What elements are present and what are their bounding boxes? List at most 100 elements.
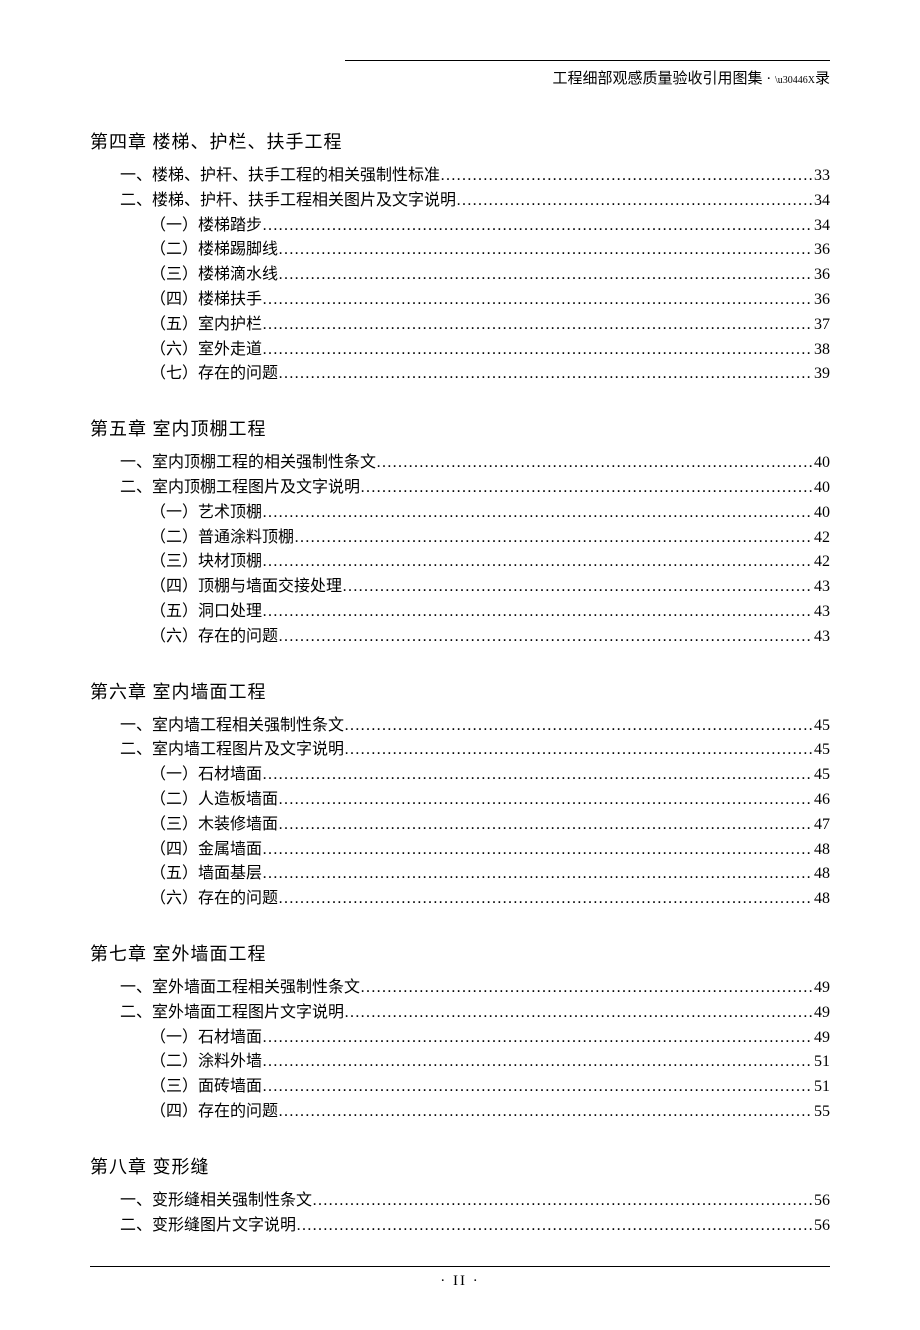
toc-entry-label: （一）石材墙面 [150, 763, 262, 788]
toc-entry: 二、变形缝图片文字说明56 [90, 1214, 830, 1239]
toc-leader [344, 738, 812, 763]
toc-leader [262, 288, 812, 313]
toc-leader [278, 238, 812, 263]
toc-entry-label: （三）木装修墙面 [150, 813, 278, 838]
toc-entry-label: （三）块材顶棚 [150, 550, 262, 575]
footer-rule [90, 1266, 830, 1267]
toc-entry-label: 二、楼梯、护杆、扶手工程相关图片及文字说明 [120, 189, 456, 214]
toc-entry-label: （四）金属墙面 [150, 838, 262, 863]
page-number: · II · [90, 1273, 830, 1290]
toc-entry: （四）金属墙面48 [90, 838, 830, 863]
toc-entry: （一）楼梯踏步34 [90, 214, 830, 239]
toc-entry-label: （二）人造板墙面 [150, 788, 278, 813]
toc-entry: （五）洞口处理43 [90, 600, 830, 625]
running-head-sep: · [766, 71, 771, 87]
toc-entry-page: 48 [812, 887, 830, 912]
running-head-tail-code: \u30446X [775, 75, 815, 86]
toc-entry: （二）普通涂料顶棚 42 [90, 526, 830, 551]
toc-entry-label: 一、室内顶棚工程的相关强制性条文 [120, 451, 376, 476]
toc-leader [278, 263, 812, 288]
toc-leader [262, 1050, 812, 1075]
toc-entry-page: 34 [812, 214, 830, 239]
toc-entry-page: 38 [812, 338, 830, 363]
toc-entry: （四）顶棚与墙面交接处理43 [90, 575, 830, 600]
toc-entry-label: （一）石材墙面 [150, 1026, 262, 1051]
toc-entry-page: 45 [812, 714, 830, 739]
running-head-title: 工程细部观感质量验收引用图集 [552, 71, 762, 87]
running-head-tail: 录 [815, 71, 830, 87]
toc-entry-label: （五）墙面基层 [150, 862, 262, 887]
page: 工程细部观感质量验收引用图集 · \u30446X录 第四章 楼梯、护栏、扶手工… [0, 0, 920, 1330]
toc-body: 第四章 楼梯、护栏、扶手工程一、楼梯、护杆、扶手工程的相关强制性标准33二、楼梯… [90, 128, 830, 1238]
toc-entry-page: 42 [812, 526, 830, 551]
toc-leader [360, 976, 812, 1001]
toc-entry-page: 48 [812, 862, 830, 887]
toc-entry-label: 一、楼梯、护杆、扶手工程的相关强制性标准 [120, 164, 440, 189]
toc-entry-page: 36 [812, 238, 830, 263]
toc-leader [278, 813, 812, 838]
toc-leader [262, 1075, 812, 1100]
toc-entry-page: 33 [812, 164, 830, 189]
chapter-title: 第五章 室内顶棚工程 [90, 415, 830, 441]
toc-leader [440, 164, 812, 189]
toc-entry: （三）面砖墙面51 [90, 1075, 830, 1100]
toc-entry: （一）艺术顶棚 40 [90, 501, 830, 526]
toc-entry: 二、室内顶棚工程图片及文字说明40 [90, 476, 830, 501]
toc-entry-label: （二）涂料外墙 [150, 1050, 262, 1075]
chapter: 第六章 室内墙面工程一、室内墙工程相关强制性条文45二、室内墙工程图片及文字说明… [90, 678, 830, 912]
chapter-title: 第七章 室外墙面工程 [90, 940, 830, 966]
toc-entry: （三）木装修墙面 47 [90, 813, 830, 838]
toc-entry-label: （四）楼梯扶手 [150, 288, 262, 313]
toc-entry-label: （一）艺术顶棚 [150, 501, 262, 526]
toc-entry-page: 51 [812, 1075, 830, 1100]
toc-entry: 二、室外墙面工程图片文字说明49 [90, 1001, 830, 1026]
toc-entry: 一、室内顶棚工程的相关强制性条文40 [90, 451, 830, 476]
toc-entry: 二、楼梯、护杆、扶手工程相关图片及文字说明 34 [90, 189, 830, 214]
toc-entry-label: （六）存在的问题 [150, 625, 278, 650]
toc-leader [278, 887, 812, 912]
toc-entry: （七）存在的问题39 [90, 362, 830, 387]
chapter: 第五章 室内顶棚工程一、室内顶棚工程的相关强制性条文40二、室内顶棚工程图片及文… [90, 415, 830, 649]
toc-leader [278, 788, 812, 813]
toc-entry: （六）存在的问题 48 [90, 887, 830, 912]
toc-entry: （三）块材顶棚42 [90, 550, 830, 575]
toc-entry-page: 34 [812, 189, 830, 214]
toc-leader [456, 189, 812, 214]
toc-entry-label: （六）存在的问题 [150, 887, 278, 912]
toc-leader [278, 625, 812, 650]
toc-entry: 一、室内墙工程相关强制性条文 45 [90, 714, 830, 739]
toc-entry-label: 二、变形缝图片文字说明 [120, 1214, 296, 1239]
toc-leader [342, 575, 812, 600]
toc-entry-page: 40 [812, 476, 830, 501]
toc-entry-page: 37 [812, 313, 830, 338]
chapter: 第四章 楼梯、护栏、扶手工程一、楼梯、护杆、扶手工程的相关强制性标准33二、楼梯… [90, 128, 830, 387]
toc-leader [278, 362, 812, 387]
toc-entry-label: （二）普通涂料顶棚 [150, 526, 294, 551]
toc-entry: 一、楼梯、护杆、扶手工程的相关强制性标准 33 [90, 164, 830, 189]
toc-entry-page: 43 [812, 625, 830, 650]
toc-entry-page: 47 [812, 813, 830, 838]
toc-entry: （六）室外走道38 [90, 338, 830, 363]
toc-entry-page: 43 [812, 575, 830, 600]
toc-entry-page: 49 [812, 976, 830, 1001]
toc-entry-page: 40 [812, 501, 830, 526]
toc-entry: （一）石材墙面49 [90, 1026, 830, 1051]
toc-leader [262, 600, 812, 625]
toc-leader [262, 1026, 812, 1051]
toc-entry-page: 49 [812, 1001, 830, 1026]
toc-entry-label: （三）楼梯滴水线 [150, 263, 278, 288]
toc-entry-label: 一、室外墙面工程相关强制性条文 [120, 976, 360, 1001]
chapter-title: 第八章 变形缝 [90, 1153, 830, 1179]
toc-entry: （四）楼梯扶手36 [90, 288, 830, 313]
toc-entry-label: 一、室内墙工程相关强制性条文 [120, 714, 344, 739]
toc-entry-label: 一、变形缝相关强制性条文 [120, 1189, 312, 1214]
toc-entry-label: （四）存在的问题 [150, 1100, 278, 1125]
toc-leader [262, 862, 812, 887]
toc-leader [262, 338, 812, 363]
toc-leader [262, 550, 812, 575]
toc-entry: （六）存在的问题 43 [90, 625, 830, 650]
toc-entry: （二）楼梯踢脚线36 [90, 238, 830, 263]
toc-leader [262, 501, 812, 526]
toc-entry-page: 39 [812, 362, 830, 387]
toc-entry-page: 51 [812, 1050, 830, 1075]
